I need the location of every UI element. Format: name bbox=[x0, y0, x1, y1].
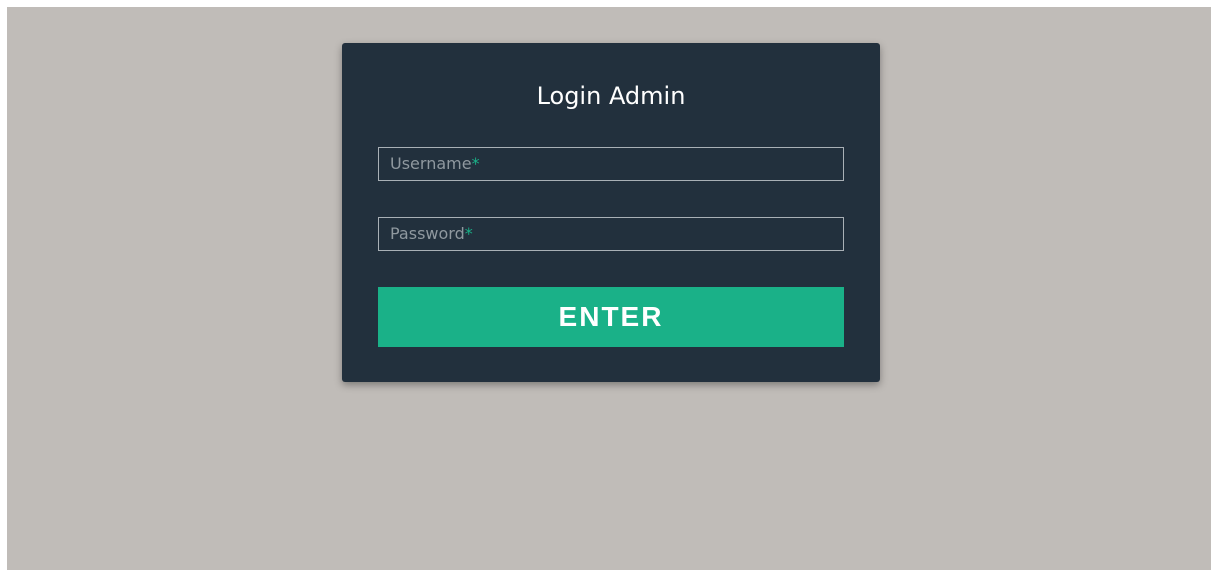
password-input[interactable] bbox=[379, 218, 843, 250]
login-title: Login Admin bbox=[536, 82, 686, 110]
login-card: Login Admin Username* Password* ENTER bbox=[342, 43, 880, 382]
enter-button[interactable]: ENTER bbox=[378, 287, 844, 347]
password-field[interactable]: Password* bbox=[378, 217, 844, 251]
page-background: Login Admin Username* Password* ENTER bbox=[7, 7, 1211, 570]
username-input[interactable] bbox=[379, 148, 843, 180]
username-field[interactable]: Username* bbox=[378, 147, 844, 181]
